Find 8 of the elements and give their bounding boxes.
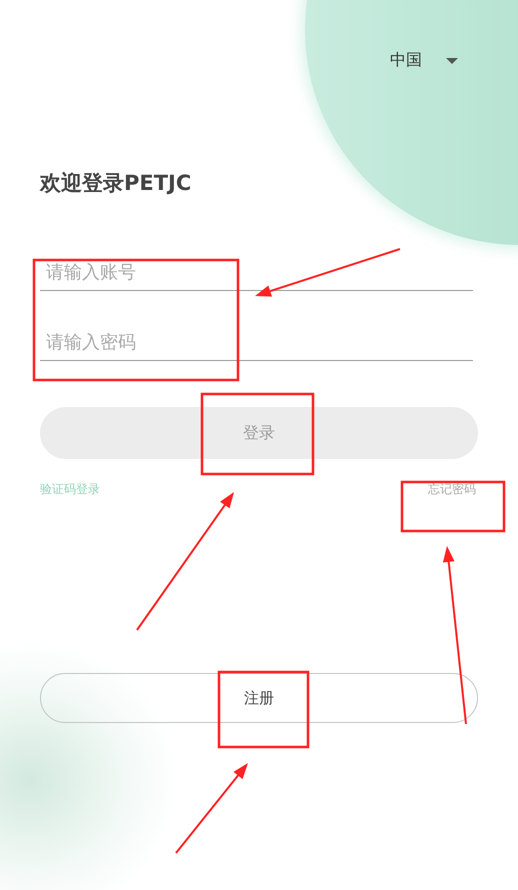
region-selector[interactable]: 中国 — [390, 50, 458, 71]
account-field[interactable]: 请输入账号 — [40, 255, 473, 291]
password-field[interactable]: 请输入密码 — [40, 325, 473, 361]
caret-icon — [446, 58, 458, 64]
register-button[interactable]: 注册 — [40, 673, 478, 723]
code-login-link[interactable]: 验证码登录 — [40, 481, 100, 498]
welcome-title: 欢迎登录PETJC — [40, 170, 192, 197]
forgot-password-link[interactable]: 忘记密码 — [428, 481, 476, 498]
